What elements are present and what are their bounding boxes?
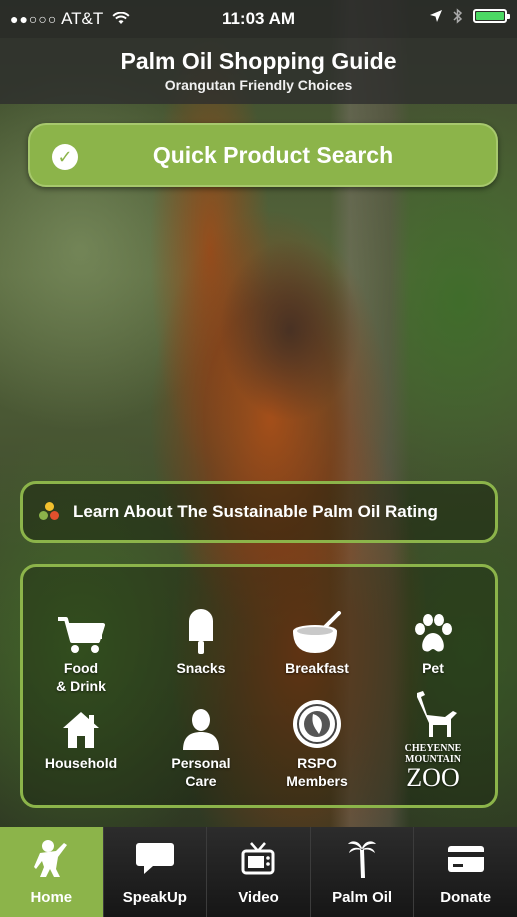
- tab-video[interactable]: Video: [206, 827, 310, 917]
- tab-label: Video: [238, 889, 279, 906]
- cart-icon: [58, 617, 105, 653]
- category-label-line2: Members: [286, 773, 348, 789]
- quick-search-label: Quick Product Search: [152, 142, 394, 168]
- page-title: Palm Oil Shopping Guide: [120, 48, 397, 74]
- bowl-icon: [293, 611, 341, 653]
- speech-bubble-icon: [135, 843, 174, 874]
- tab-speakup[interactable]: SpeakUp: [102, 827, 207, 917]
- rspo-logo-icon: [293, 700, 341, 748]
- category-grid: Food & Drink Snacks Breakfast Pet Househ…: [20, 564, 498, 808]
- rating-label: Learn About The Sustainable Palm Oil Rat…: [73, 502, 438, 521]
- category-label: Snacks: [176, 660, 226, 676]
- tab-palm-oil[interactable]: Palm Oil: [309, 827, 414, 917]
- category-label: Pet: [422, 660, 444, 676]
- category-label: Food: [63, 660, 99, 676]
- category-label-line2: Care: [185, 773, 217, 789]
- house-icon: [63, 712, 99, 748]
- person-icon: [183, 709, 219, 750]
- app-header: Palm Oil Shopping Guide Orangutan Friend…: [0, 38, 517, 104]
- rating-dot-green: [39, 511, 48, 520]
- orangutan-icon: [34, 840, 68, 877]
- paw-icon: [415, 614, 452, 652]
- category-label: RSPO: [297, 755, 337, 771]
- tv-icon: [241, 842, 275, 875]
- credit-card-icon: [447, 846, 484, 872]
- category-personal-care[interactable]: Personal Care: [151, 702, 251, 790]
- quick-product-search-button[interactable]: ✓ Quick Product Search: [28, 123, 498, 187]
- status-bar: ●●○○○ AT&T 11:03 AM: [0, 0, 517, 38]
- tab-donate[interactable]: Donate: [413, 827, 517, 917]
- tab-home[interactable]: Home: [0, 827, 103, 917]
- zoo-logo-line1: CHEYENNE: [404, 743, 462, 754]
- category-label: Household: [44, 755, 118, 771]
- rating-dots-icon: [39, 502, 61, 524]
- tab-label: SpeakUp: [122, 889, 187, 906]
- battery-icon: [473, 9, 510, 23]
- popsicle-icon: [189, 609, 213, 654]
- tab-label: Home: [30, 889, 73, 906]
- palm-oil-rating-button[interactable]: Learn About The Sustainable Palm Oil Rat…: [20, 481, 498, 543]
- zoo-logo-line3: ZOO: [406, 763, 460, 792]
- location-arrow-icon: [430, 10, 442, 22]
- rating-dot-red: [50, 511, 59, 520]
- tab-label: Donate: [440, 889, 492, 906]
- category-breakfast[interactable]: Breakfast: [267, 607, 367, 677]
- category-label: Personal: [171, 755, 231, 771]
- category-label: Breakfast: [285, 660, 349, 676]
- bluetooth-icon: [453, 8, 463, 24]
- category-pet[interactable]: Pet: [383, 607, 483, 677]
- category-label-line2: & Drink: [56, 678, 106, 694]
- category-rspo-members[interactable]: RSPO Members: [267, 692, 367, 790]
- giraffe-logo-icon: [417, 691, 457, 737]
- status-right: [429, 8, 510, 24]
- rating-dot-yellow: [45, 502, 54, 511]
- page-subtitle: Orangutan Friendly Choices: [164, 77, 353, 93]
- category-food-drink[interactable]: Food & Drink: [31, 607, 131, 695]
- palm-tree-icon: [348, 841, 377, 878]
- category-household[interactable]: Household: [31, 702, 131, 772]
- category-snacks[interactable]: Snacks: [151, 607, 251, 677]
- cheyenne-mountain-zoo-logo[interactable]: CHEYENNE MOUNTAIN ZOO: [383, 689, 483, 791]
- bottom-tab-bar: Home SpeakUp Video Palm Oil Donate: [0, 827, 517, 917]
- tab-label: Palm Oil: [332, 889, 393, 906]
